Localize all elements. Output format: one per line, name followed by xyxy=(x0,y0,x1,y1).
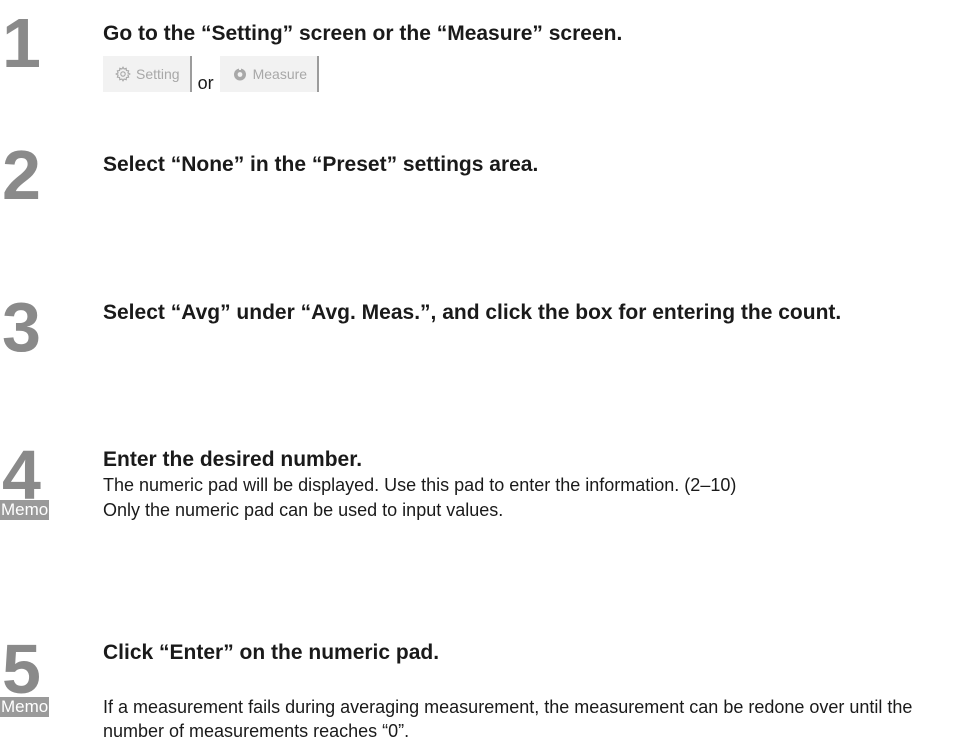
step-number: 5 xyxy=(2,630,41,708)
step-title: Click “Enter” on the numeric pad. xyxy=(103,641,440,664)
step-number: 1 xyxy=(2,4,41,82)
screen-buttons: Setting or Measure xyxy=(103,56,320,93)
step-body: The numeric pad will be displayed. Use t… xyxy=(103,475,737,495)
or-text: or xyxy=(197,73,214,93)
gear-icon xyxy=(115,66,131,82)
step-title: Select “Avg” under “Avg. Meas.”, and cli… xyxy=(103,301,842,324)
memo-badge: Memo xyxy=(0,500,50,520)
memo-text: If a measurement fails during averaging … xyxy=(103,697,913,742)
measure-button-label: Measure xyxy=(252,66,308,82)
memo-text: Only the numeric pad can be used to inpu… xyxy=(103,500,504,520)
setting-button[interactable]: Setting xyxy=(103,56,192,92)
setting-button-label: Setting xyxy=(136,66,180,82)
step-number: 3 xyxy=(2,288,41,366)
step-title: Enter the desired number. xyxy=(103,448,363,471)
step-title: Select “None” in the “Preset” settings a… xyxy=(103,153,539,176)
measure-button[interactable]: Measure xyxy=(219,56,320,92)
measure-icon xyxy=(232,66,248,82)
step-title: Go to the “Setting” screen or the “Measu… xyxy=(103,22,623,45)
step-number: 2 xyxy=(2,136,41,214)
memo-badge: Memo xyxy=(0,697,50,717)
